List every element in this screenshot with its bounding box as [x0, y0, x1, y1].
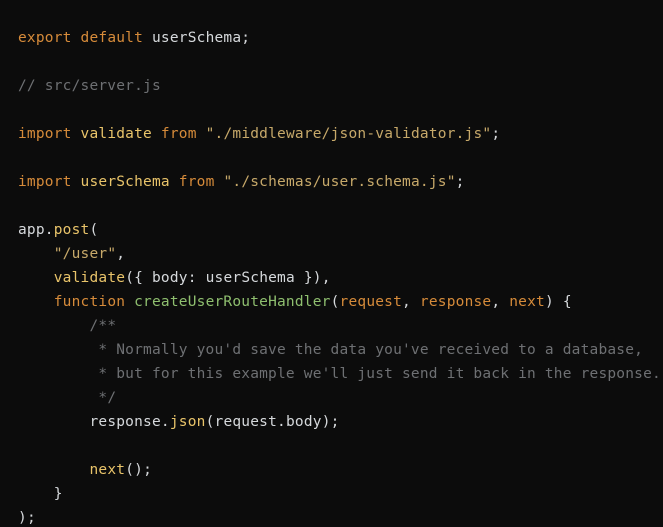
comment: */ [89, 390, 116, 406]
kw-function: function [54, 294, 125, 310]
punct-dot: . [45, 222, 54, 238]
fn-next: next [89, 462, 125, 478]
kw-import: import [18, 126, 72, 142]
key-body: body [152, 270, 188, 286]
punct-brace-close: } [295, 270, 313, 286]
string-literal: "./schemas/user.schema.js" [223, 174, 455, 190]
kw-from: from [161, 126, 197, 142]
punct-semi: ; [331, 414, 340, 430]
param-response: response [420, 294, 491, 310]
comment: // src/server.js [18, 78, 161, 94]
code-line: import validate from "./middleware/json-… [18, 126, 500, 142]
punct-paren-open: ( [206, 414, 215, 430]
punct-comma: , [491, 294, 500, 310]
param-next: next [509, 294, 545, 310]
method-post: post [54, 222, 90, 238]
punct-brace-close: } [54, 486, 63, 502]
punct-dot: . [161, 414, 170, 430]
ident-userschema: userSchema [206, 270, 295, 286]
method-json: json [170, 414, 206, 430]
punct-paren-open: ( [125, 462, 134, 478]
code-line: /** [18, 318, 116, 334]
punct-paren-open: ( [89, 222, 98, 238]
punct-semi: ; [456, 174, 465, 190]
kw-import: import [18, 174, 72, 190]
code-line: import userSchema from "./schemas/user.s… [18, 174, 465, 190]
punct-paren-close: ) [18, 510, 27, 526]
code-line: "/user", [18, 246, 125, 262]
punct-comma: , [322, 270, 331, 286]
punct-semi: ; [27, 510, 36, 526]
code-line: * but for this example we'll just send i… [18, 366, 661, 382]
kw-export: export [18, 30, 72, 46]
punct-brace-open: { [554, 294, 572, 310]
code-line: * Normally you'd save the data you've re… [18, 342, 643, 358]
string-literal: "./middleware/json-validator.js" [206, 126, 492, 142]
code-line: // src/server.js [18, 78, 161, 94]
code-line: export default userSchema; [18, 30, 250, 46]
comment: * Normally you'd save the data you've re… [89, 342, 643, 358]
ident-userschema: userSchema [152, 30, 241, 46]
param-request: request [340, 294, 403, 310]
ident-request: request [215, 414, 278, 430]
punct-paren-open: ( [125, 270, 134, 286]
code-block: export default userSchema; // src/server… [0, 0, 663, 527]
punct-brace-open: { [134, 270, 152, 286]
comment: /** [89, 318, 116, 334]
punct-paren-close: ) [313, 270, 322, 286]
fn-name: createUserRouteHandler [134, 294, 330, 310]
punct-paren-close: ) [134, 462, 143, 478]
code-line: ); [18, 510, 36, 526]
punct-comma: , [116, 246, 125, 262]
string-literal: "/user" [54, 246, 117, 262]
code-line: function createUserRouteHandler(request,… [18, 294, 572, 310]
code-line: next(); [18, 462, 152, 478]
code-line: validate({ body: userSchema }), [18, 270, 331, 286]
code-line: } [18, 486, 63, 502]
ident-userschema: userSchema [81, 174, 170, 190]
ident-response: response [89, 414, 160, 430]
kw-from: from [179, 174, 215, 190]
punct-paren-close: ) [322, 414, 331, 430]
fn-validate: validate [54, 270, 125, 286]
punct-comma: , [402, 294, 411, 310]
ident-app: app [18, 222, 45, 238]
ident-body: body [286, 414, 322, 430]
punct-semi: ; [143, 462, 152, 478]
punct-semi: ; [241, 30, 250, 46]
code-line: */ [18, 390, 116, 406]
code-line: response.json(request.body); [18, 414, 340, 430]
punct-colon: : [188, 270, 197, 286]
punct-semi: ; [491, 126, 500, 142]
code-line: app.post( [18, 222, 98, 238]
comment: * but for this example we'll just send i… [89, 366, 661, 382]
punct-paren-close: ) [545, 294, 554, 310]
ident-validate: validate [81, 126, 152, 142]
punct-dot: . [277, 414, 286, 430]
punct-paren-open: ( [331, 294, 340, 310]
kw-default: default [81, 30, 144, 46]
